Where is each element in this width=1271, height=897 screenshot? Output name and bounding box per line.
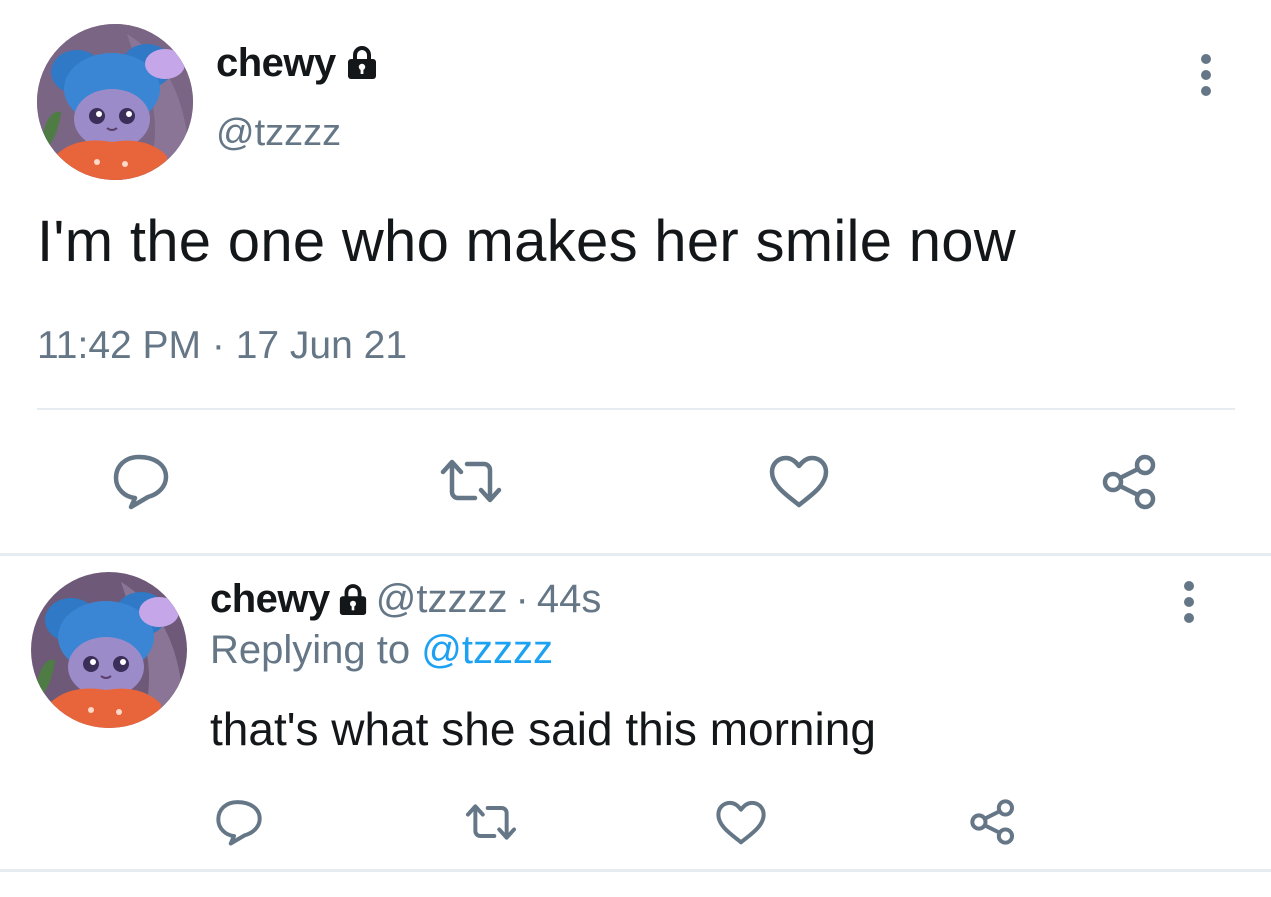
lock-icon [346,45,378,81]
reply-author-row: chewy @tzzzz · 44s [210,574,601,624]
avatar-image [31,572,187,728]
display-name[interactable]: chewy [210,577,330,622]
relative-time[interactable]: 44s [537,577,602,622]
replying-to-label: Replying to [210,628,411,672]
avatar[interactable] [31,572,187,728]
display-name[interactable]: chewy [216,41,336,86]
avatar[interactable] [37,24,193,180]
section-divider [0,553,1271,556]
mention-link[interactable]: @tzzzz [421,628,553,672]
replying-to: Replying to @tzzzz [210,628,553,673]
share-icon[interactable] [1100,453,1160,511]
retweet-icon[interactable] [463,801,519,843]
divider [37,408,1235,410]
author-row: chewy [216,38,378,88]
retweet-icon[interactable] [437,456,505,506]
handle[interactable]: @tzzzz [216,112,341,155]
avatar-image [37,24,193,180]
more-options-icon[interactable] [1200,53,1212,97]
handle[interactable]: @tzzzz [376,577,508,622]
tweet-text: I'm the one who makes her smile now [37,209,1016,274]
share-icon[interactable] [968,798,1018,846]
tweet-timestamp[interactable]: 11:42 PM · 17 Jun 21 [37,324,407,368]
like-icon[interactable] [715,800,767,846]
tweet-text: that's what she said this morning [210,703,876,755]
section-divider [0,869,1271,872]
like-icon[interactable] [768,455,830,509]
tweet-thread: chewy @tzzzz I'm the one who makes her s… [0,0,1271,897]
separator-dot: · [515,576,529,621]
more-options-icon[interactable] [1183,580,1195,624]
lock-icon [338,582,368,616]
reply-icon[interactable] [215,798,263,846]
reply-icon[interactable] [112,452,170,510]
main-tweet: chewy @tzzzz I'm the one who makes her s… [0,0,1271,555]
